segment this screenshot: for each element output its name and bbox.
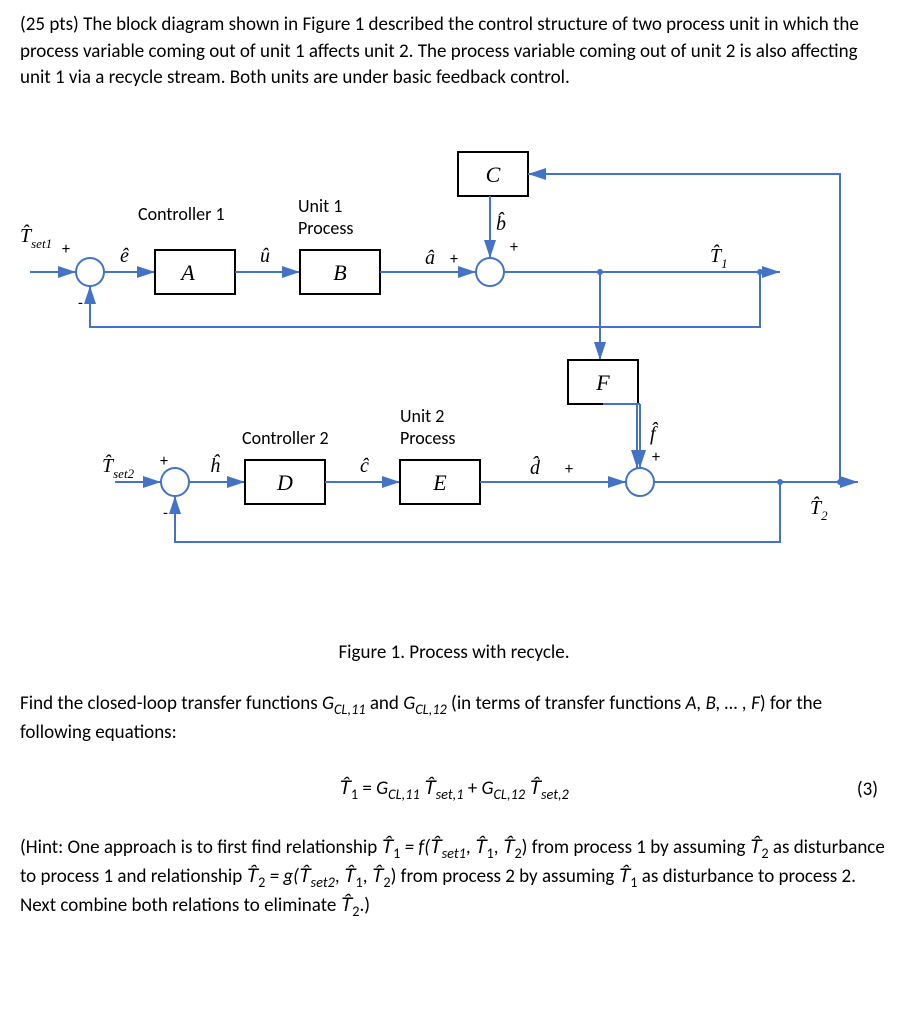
signal-c-hat: ĉ — [360, 455, 370, 477]
figure-caption: Figure 1. Process with recycle. — [20, 640, 888, 667]
signal-T1: T̂1 — [710, 244, 728, 271]
intro-text: The block diagram shown in Figure 1 desc… — [20, 13, 859, 89]
signal-h-hat: ĥ — [210, 453, 221, 477]
minus-sign-1: - — [78, 294, 83, 313]
controller2-label: Controller 2 — [242, 427, 329, 449]
equation-3: T̂1 = GCL,11 T̂set,1 + GCL,12 T̂set,2 (3… — [20, 776, 888, 805]
block-F: F — [595, 370, 610, 395]
signal-b-hat: b̂ — [496, 211, 506, 235]
plus-sign-b: + — [510, 238, 518, 257]
signal-a-hat: â — [425, 247, 435, 269]
controller1-label: Controller 1 — [138, 203, 225, 225]
signal-e-hat: ê — [120, 245, 129, 267]
equation-number: (3) — [857, 777, 878, 804]
unit2-label-l1: Unit 2 — [400, 405, 444, 427]
signal-d-hat: d̂ — [530, 455, 541, 479]
points-label: (25 pts) — [20, 13, 79, 36]
signal-Tset2: T̂set2 — [102, 454, 135, 481]
block-D: D — [276, 470, 293, 495]
block-E: E — [432, 470, 447, 495]
plus-sign-a: + — [450, 250, 458, 269]
minus-sign-2: - — [163, 504, 168, 523]
block-C: C — [486, 162, 501, 187]
signal-T2: T̂2 — [810, 496, 828, 523]
hint-text: (Hint: One approach is to first find rel… — [20, 835, 888, 921]
block-B: B — [333, 260, 346, 285]
block-A: A — [179, 260, 195, 285]
unit1-label-l1: Unit 1 — [298, 195, 342, 217]
plus-sign-d: + — [565, 460, 573, 479]
plus-sign-2: + — [160, 452, 168, 471]
signal-Tset1: T̂set1 — [20, 224, 52, 251]
task-description: Find the closed-loop transfer functions … — [20, 691, 888, 746]
signal-u-hat: û — [260, 245, 270, 267]
unit1-label-l2: Process — [298, 217, 353, 239]
signal-f-hat: f̂ — [650, 421, 659, 445]
block-diagram: T̂set1 + - ê A Controller 1 û B Unit 1 P… — [20, 122, 888, 611]
plus-sign-f: + — [652, 448, 660, 467]
problem-statement: (25 pts) The block diagram shown in Figu… — [20, 12, 888, 92]
plus-sign-1: + — [62, 240, 70, 259]
unit2-label-l2: Process — [400, 427, 455, 449]
